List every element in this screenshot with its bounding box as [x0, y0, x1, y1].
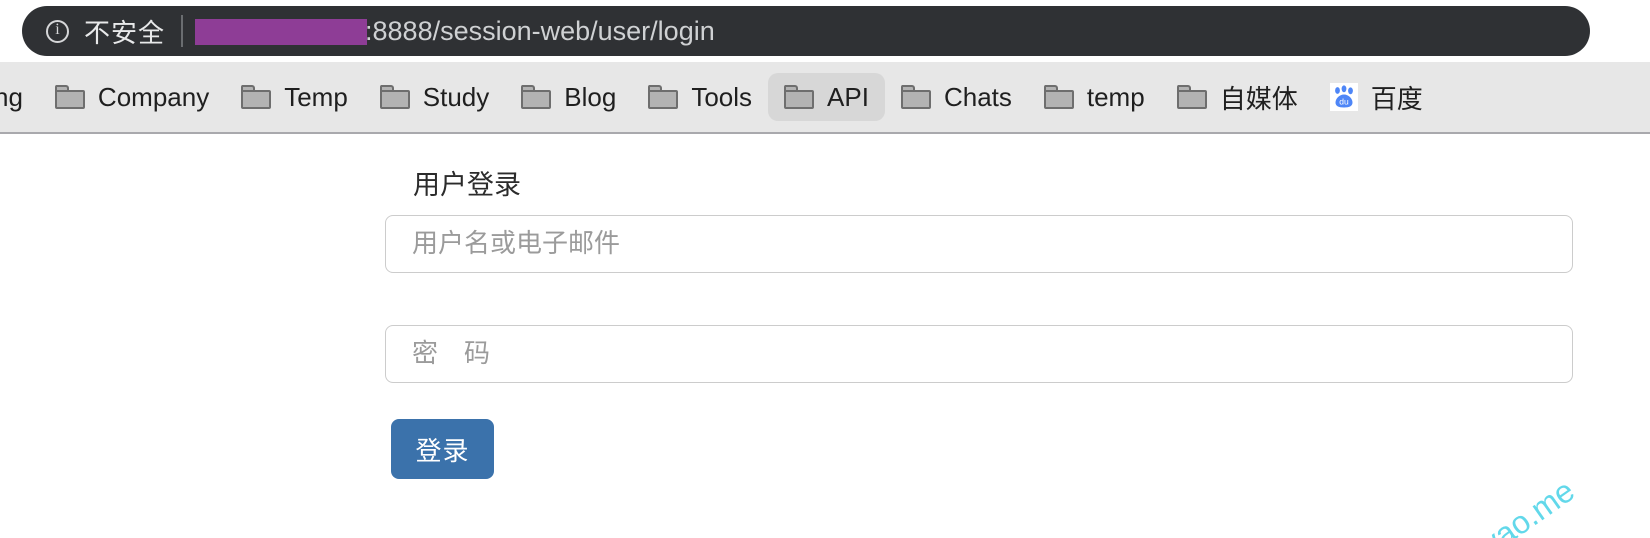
- bookmark-label: 自媒体: [1219, 84, 1298, 115]
- folder-icon: [521, 85, 552, 109]
- username-input[interactable]: [385, 215, 1573, 273]
- bookmark-item-temp-lower[interactable]: temp: [1028, 73, 1161, 121]
- bookmark-item-company[interactable]: Company: [39, 73, 225, 121]
- bookmark-label: Chats: [943, 81, 1012, 112]
- omnibox-divider: [181, 15, 184, 47]
- bookmark-item-temp-upper[interactable]: Temp: [225, 73, 364, 121]
- browser-window: i 不安全 :8888/session-web/user/login ng Co…: [0, 0, 1650, 538]
- login-submit-button[interactable]: 登录: [391, 419, 494, 479]
- bookmark-item-clipped[interactable]: ng: [0, 73, 39, 121]
- bookmark-item-baidu[interactable]: du 百度: [1314, 73, 1439, 121]
- bookmark-label: ng: [0, 81, 23, 112]
- folder-icon: [54, 85, 85, 109]
- bookmark-item-api[interactable]: API: [768, 73, 885, 121]
- baidu-icon: du: [1329, 83, 1358, 111]
- folder-icon: [1176, 85, 1207, 109]
- bookmark-label: temp: [1086, 81, 1145, 112]
- folder-icon: [379, 85, 410, 109]
- security-status-label[interactable]: 不安全: [84, 13, 165, 50]
- folder-icon: [241, 85, 272, 109]
- bookmark-label: Study: [422, 81, 490, 112]
- page-content: 用户登录 登录 xueyao.me: [0, 134, 1650, 538]
- bookmark-item-blog[interactable]: Blog: [505, 73, 632, 121]
- redacted-host-block: [195, 19, 368, 45]
- bookmark-item-zimeiti[interactable]: 自媒体: [1161, 73, 1314, 121]
- password-input[interactable]: [385, 325, 1573, 383]
- bookmark-label: Temp: [284, 81, 348, 112]
- folder-icon: [1043, 85, 1074, 109]
- info-circle-icon[interactable]: i: [46, 19, 69, 43]
- bookmarks-bar: ng Company Temp Study Blog: [0, 62, 1650, 134]
- url-text: :8888/session-web/user/login: [365, 15, 715, 46]
- bookmark-label: Company: [97, 81, 210, 112]
- bookmark-label: 百度: [1370, 84, 1423, 115]
- bookmark-label: API: [827, 81, 869, 112]
- bookmark-item-tools[interactable]: Tools: [632, 73, 768, 121]
- bookmark-label: Tools: [691, 81, 753, 112]
- folder-icon: [900, 85, 931, 109]
- browser-toolbar: i 不安全 :8888/session-web/user/login: [0, 0, 1650, 62]
- folder-icon: [648, 85, 679, 109]
- bookmark-item-study[interactable]: Study: [364, 73, 506, 121]
- bookmark-item-chats[interactable]: Chats: [885, 73, 1028, 121]
- address-bar[interactable]: i 不安全 :8888/session-web/user/login: [22, 6, 1590, 56]
- login-form: 用户登录 登录: [385, 134, 1573, 479]
- info-circle-glyph: i: [55, 21, 60, 38]
- folder-icon: [784, 85, 815, 109]
- svg-text:du: du: [1339, 97, 1349, 107]
- site-watermark: xueyao.me: [1432, 472, 1581, 538]
- bookmark-label: Blog: [564, 81, 617, 112]
- field-spacer: [385, 273, 1573, 309]
- page-title: 用户登录: [413, 170, 521, 201]
- url-container[interactable]: :8888/session-web/user/login: [195, 16, 715, 47]
